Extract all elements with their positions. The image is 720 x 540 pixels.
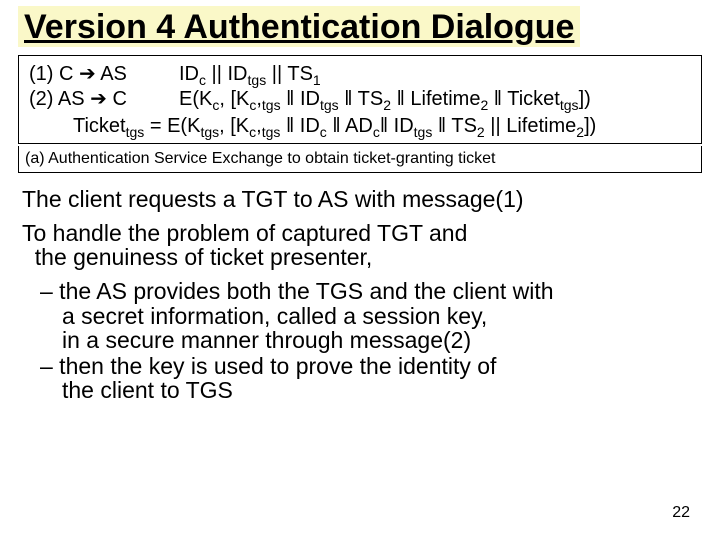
body-text: The client requests a TGT to AS with mes… [18,187,702,402]
page-number: 22 [672,504,690,522]
b1-line-a: – the AS provides both the TGS and the c… [40,278,554,304]
slide-title: Version 4 Authentication Dialogue [18,6,580,47]
paragraph-1: The client requests a TGT to AS with mes… [22,187,702,211]
protocol-row-2: (2) AS ➔ C E(Kc, [Kc,tgs ‖ IDtgs ‖ TS2 ‖… [29,87,691,112]
caption-box: (a) Authentication Service Exchange to o… [18,146,702,173]
row1-body: IDc || IDtgs || TS1 [179,62,691,87]
row2-label-b: C [107,88,127,110]
p2-line-b: the genuiness of ticket presenter, [35,244,373,270]
arrow-icon: ➔ [79,63,96,85]
protocol-box: (1) C ➔ AS IDc || IDtgs || TS1 (2) AS ➔ … [18,55,702,144]
b2-line-a: – then the key is used to prove the iden… [40,353,496,379]
b2-line-b: the client to TGS [84,378,233,402]
row1-label-a: (1) C [29,63,79,85]
bullet-1: – the AS provides both the TGS and the c… [62,279,702,351]
row2-label: (2) AS ➔ C [29,87,179,112]
row2-label-a: (2) AS [29,88,90,110]
row1-label: (1) C ➔ AS [29,62,179,87]
b1-line-c: in a secure manner through message(2) [84,328,471,352]
bullet-2: – then the key is used to prove the iden… [62,354,702,402]
arrow-icon: ➔ [90,88,107,110]
b1-line-b: a secret information, called a session k… [84,304,487,328]
paragraph-2: To handle the problem of captured TGT an… [22,221,702,269]
p2-line-a: To handle the problem of captured TGT an… [22,220,467,246]
protocol-row-3: Tickettgs = E(Ktgs, [Kc,tgs ‖ IDc ‖ ADc‖… [73,114,691,139]
row1-label-b: AS [96,63,127,85]
slide: Version 4 Authentication Dialogue (1) C … [0,0,720,540]
protocol-row-1: (1) C ➔ AS IDc || IDtgs || TS1 [29,62,691,87]
row2-body: E(Kc, [Kc,tgs ‖ IDtgs ‖ TS2 ‖ Lifetime2 … [179,87,691,112]
